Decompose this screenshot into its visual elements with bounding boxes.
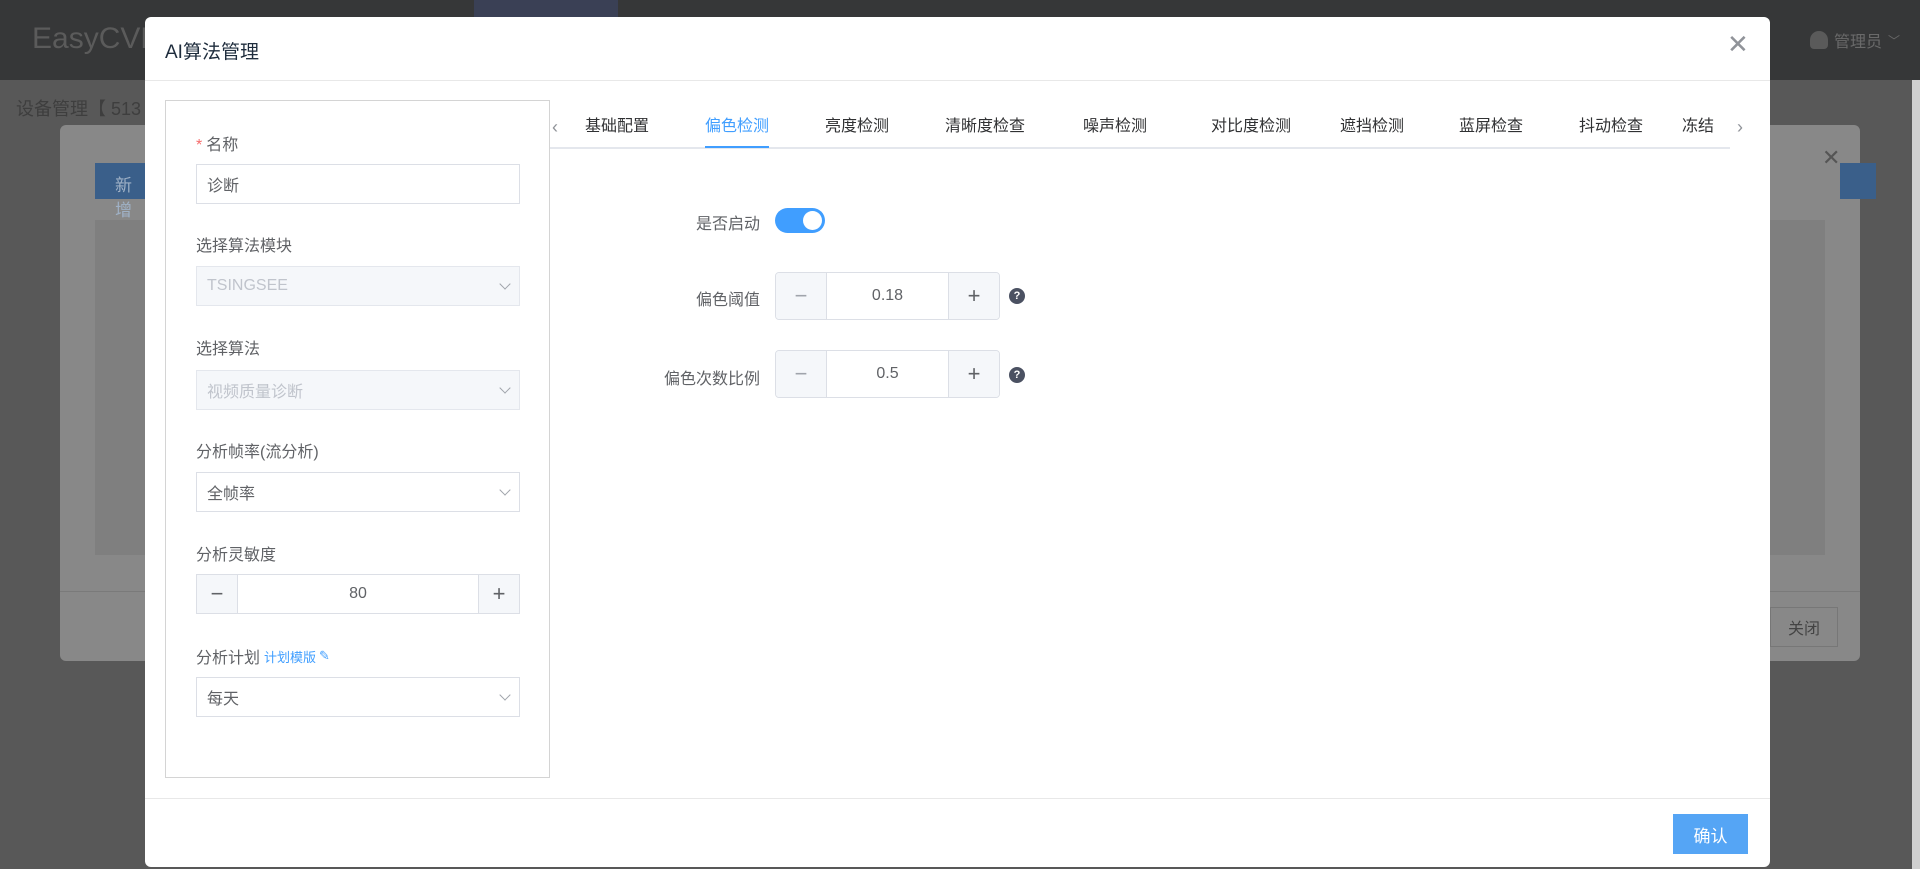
increase-button[interactable]: +: [949, 351, 999, 397]
help-icon[interactable]: ?: [1009, 367, 1025, 383]
chevron-down-icon: [499, 484, 511, 496]
background-action-button[interactable]: [1840, 163, 1876, 199]
threshold-stepper: − 0.18 +: [775, 272, 1000, 320]
tab-5[interactable]: 对比度检测: [1211, 105, 1291, 148]
tab-3[interactable]: 清晰度检查: [945, 105, 1025, 148]
chevron-down-icon: [499, 278, 511, 290]
tab-4[interactable]: 噪声检测: [1083, 105, 1147, 148]
sensitivity-label: 分析灵敏度: [196, 547, 277, 564]
breadcrumb: 设备管理【 513: [16, 99, 142, 119]
sensitivity-value[interactable]: 80: [237, 575, 479, 613]
enable-label: 是否启动: [695, 216, 760, 233]
chevron-down-icon: ﹀: [1888, 33, 1901, 48]
help-icon[interactable]: ?: [1009, 288, 1025, 304]
increase-button[interactable]: +: [479, 575, 519, 613]
tab-0[interactable]: 基础配置: [585, 105, 649, 148]
algorithm-select: 视频质量诊断: [196, 370, 520, 410]
edit-icon[interactable]: ✎: [319, 648, 330, 664]
enable-toggle[interactable]: [775, 208, 825, 233]
tab-bar: 基础配置 偏色检测 亮度检测 清晰度检查 噪声检测 对比度检测 遮挡检测 蓝屏检查 抖动检查 冻结: [565, 105, 1730, 150]
required-icon: *: [196, 137, 203, 154]
page-scrollbar[interactable]: [1912, 80, 1920, 869]
tab-6[interactable]: 遮挡检测: [1340, 105, 1404, 148]
increase-button[interactable]: +: [949, 273, 999, 319]
dialog-title: AI算法管理: [165, 42, 259, 63]
tab-8[interactable]: 抖动检查: [1579, 105, 1643, 148]
module-select: TSINGSEE: [196, 266, 520, 306]
confirm-button[interactable]: 确认: [1673, 814, 1748, 854]
tab-1[interactable]: 偏色检测: [705, 105, 770, 148]
module-label: 选择算法模块: [196, 238, 293, 255]
ai-algorithm-dialog: AI算法管理 ✕ * 名称 诊断 选择算法模块 TSINGSEE 选择算法 视频质…: [145, 17, 1770, 867]
ratio-stepper: − 0.5 +: [775, 350, 1000, 398]
add-button[interactable]: 新增: [95, 163, 150, 220]
decrease-button[interactable]: −: [197, 575, 237, 613]
algorithm-value: 视频质量诊断: [207, 384, 304, 401]
ratio-value[interactable]: 0.5: [826, 351, 949, 397]
name-label: * 名称: [196, 131, 238, 155]
name-input[interactable]: 诊断: [196, 164, 520, 204]
fps-label: 分析帧率(流分析): [196, 444, 319, 461]
threshold-label: 偏色阈值: [695, 292, 760, 309]
algorithm-label: 选择算法: [196, 341, 261, 358]
chevron-down-icon: [499, 689, 511, 701]
name-value: 诊断: [207, 178, 240, 195]
tab-2[interactable]: 亮度检测: [825, 105, 889, 148]
user-name: 管理员: [1834, 34, 1883, 51]
brand-logo: EasyCVR: [32, 22, 163, 55]
divider: [145, 798, 1770, 799]
plan-label: 分析计划 计划模版 ✎: [196, 644, 330, 668]
chevron-left-icon[interactable]: ‹: [552, 117, 558, 138]
decrease-button[interactable]: −: [776, 273, 826, 319]
chevron-down-icon: [499, 382, 511, 394]
close-icon[interactable]: ✕: [1727, 29, 1749, 60]
fps-value: 全帧率: [207, 486, 256, 503]
decrease-button[interactable]: −: [776, 351, 826, 397]
chevron-right-icon[interactable]: ›: [1737, 117, 1743, 138]
tab-7[interactable]: 蓝屏检查: [1459, 105, 1523, 148]
name-label-text: 名称: [206, 137, 239, 154]
tab-9[interactable]: 冻结: [1682, 105, 1714, 148]
threshold-value[interactable]: 0.18: [826, 273, 949, 319]
plan-template-link[interactable]: 计划模版: [264, 647, 316, 666]
sensitivity-stepper: − 80 +: [196, 574, 520, 614]
divider: [145, 80, 1770, 81]
plan-label-text: 分析计划: [196, 650, 261, 667]
user-menu[interactable]: 管理员 ﹀: [1810, 28, 1900, 52]
fps-select[interactable]: 全帧率: [196, 472, 520, 512]
module-value: TSINGSEE: [207, 277, 288, 294]
plan-value: 每天: [207, 691, 240, 708]
basic-form-panel: * 名称 诊断 选择算法模块 TSINGSEE 选择算法 视频质量诊断 分析帧率(…: [165, 100, 550, 778]
ratio-label: 偏色次数比例: [663, 371, 760, 388]
close-icon[interactable]: ✕: [1822, 145, 1840, 171]
user-icon: [1810, 31, 1828, 49]
toggle-knob: [803, 211, 822, 230]
plan-select[interactable]: 每天: [196, 677, 520, 717]
close-button[interactable]: 关闭: [1770, 607, 1838, 647]
